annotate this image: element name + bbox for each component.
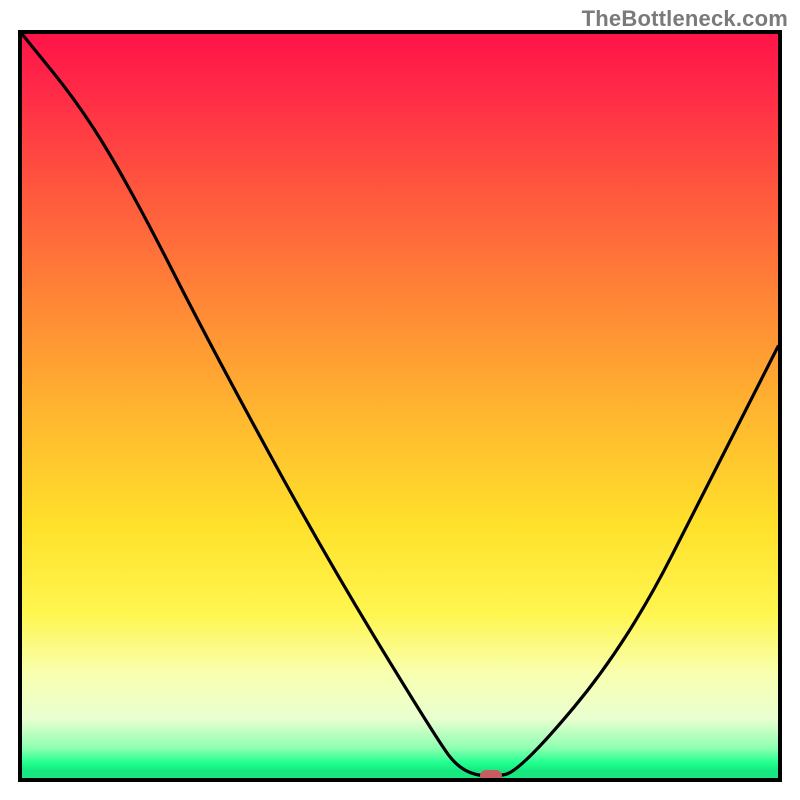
chart-plot-area bbox=[18, 30, 782, 782]
bottleneck-curve bbox=[22, 34, 778, 778]
curve-path bbox=[22, 34, 778, 776]
optimum-marker bbox=[480, 770, 502, 782]
watermark-text: TheBottleneck.com bbox=[582, 6, 788, 32]
